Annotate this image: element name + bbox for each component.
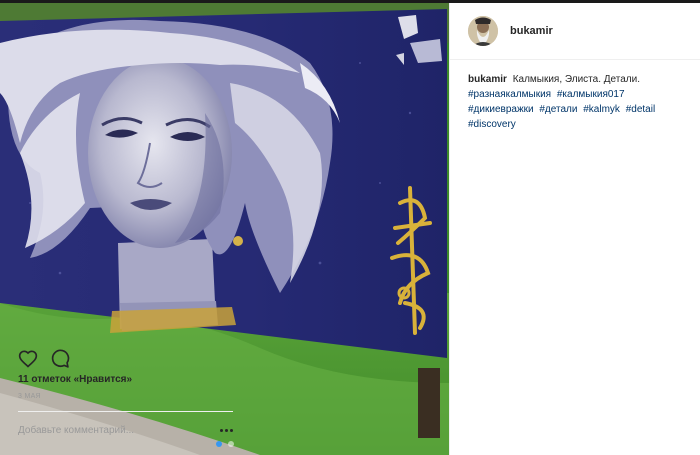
comment-bar: [18, 411, 233, 449]
post-actions: [18, 349, 70, 369]
post-header: bukamir: [450, 3, 700, 60]
hashtag[interactable]: #kalmyk: [583, 104, 620, 115]
avatar-image: [468, 16, 498, 46]
comment-input[interactable]: [18, 425, 188, 436]
likes-count[interactable]: 11 отметок «Нравится»: [18, 374, 132, 385]
hashtag[interactable]: #detail: [626, 104, 655, 115]
hashtag[interactable]: #discovery: [468, 119, 516, 130]
heart-icon[interactable]: [18, 349, 38, 369]
more-options-icon[interactable]: [220, 425, 233, 436]
more-dot: [230, 429, 233, 432]
more-dot: [225, 429, 228, 432]
caption-text: Калмыкия, Элиста. Детали.: [512, 74, 640, 85]
post-date[interactable]: 3 мая: [18, 393, 41, 400]
more-dot: [220, 429, 223, 432]
header-username[interactable]: bukamir: [510, 25, 553, 37]
graffiti-image: [0, 3, 449, 455]
hashtag[interactable]: #детали: [539, 104, 577, 115]
post-photo[interactable]: [0, 3, 449, 455]
caption-author[interactable]: bukamir: [468, 74, 507, 85]
hashtag[interactable]: #калмыкия017: [557, 89, 625, 100]
hashtag[interactable]: #дикиевражки: [468, 104, 534, 115]
post-side-panel: bukamir bukamir Калмыкия, Элиста. Детали…: [449, 3, 700, 455]
avatar[interactable]: [468, 16, 498, 46]
comment-bubble-icon[interactable]: [50, 349, 70, 369]
post-caption: bukamir Калмыкия, Элиста. Детали. #разна…: [450, 60, 700, 340]
hashtag[interactable]: #разнаякалмыкия: [468, 89, 551, 100]
